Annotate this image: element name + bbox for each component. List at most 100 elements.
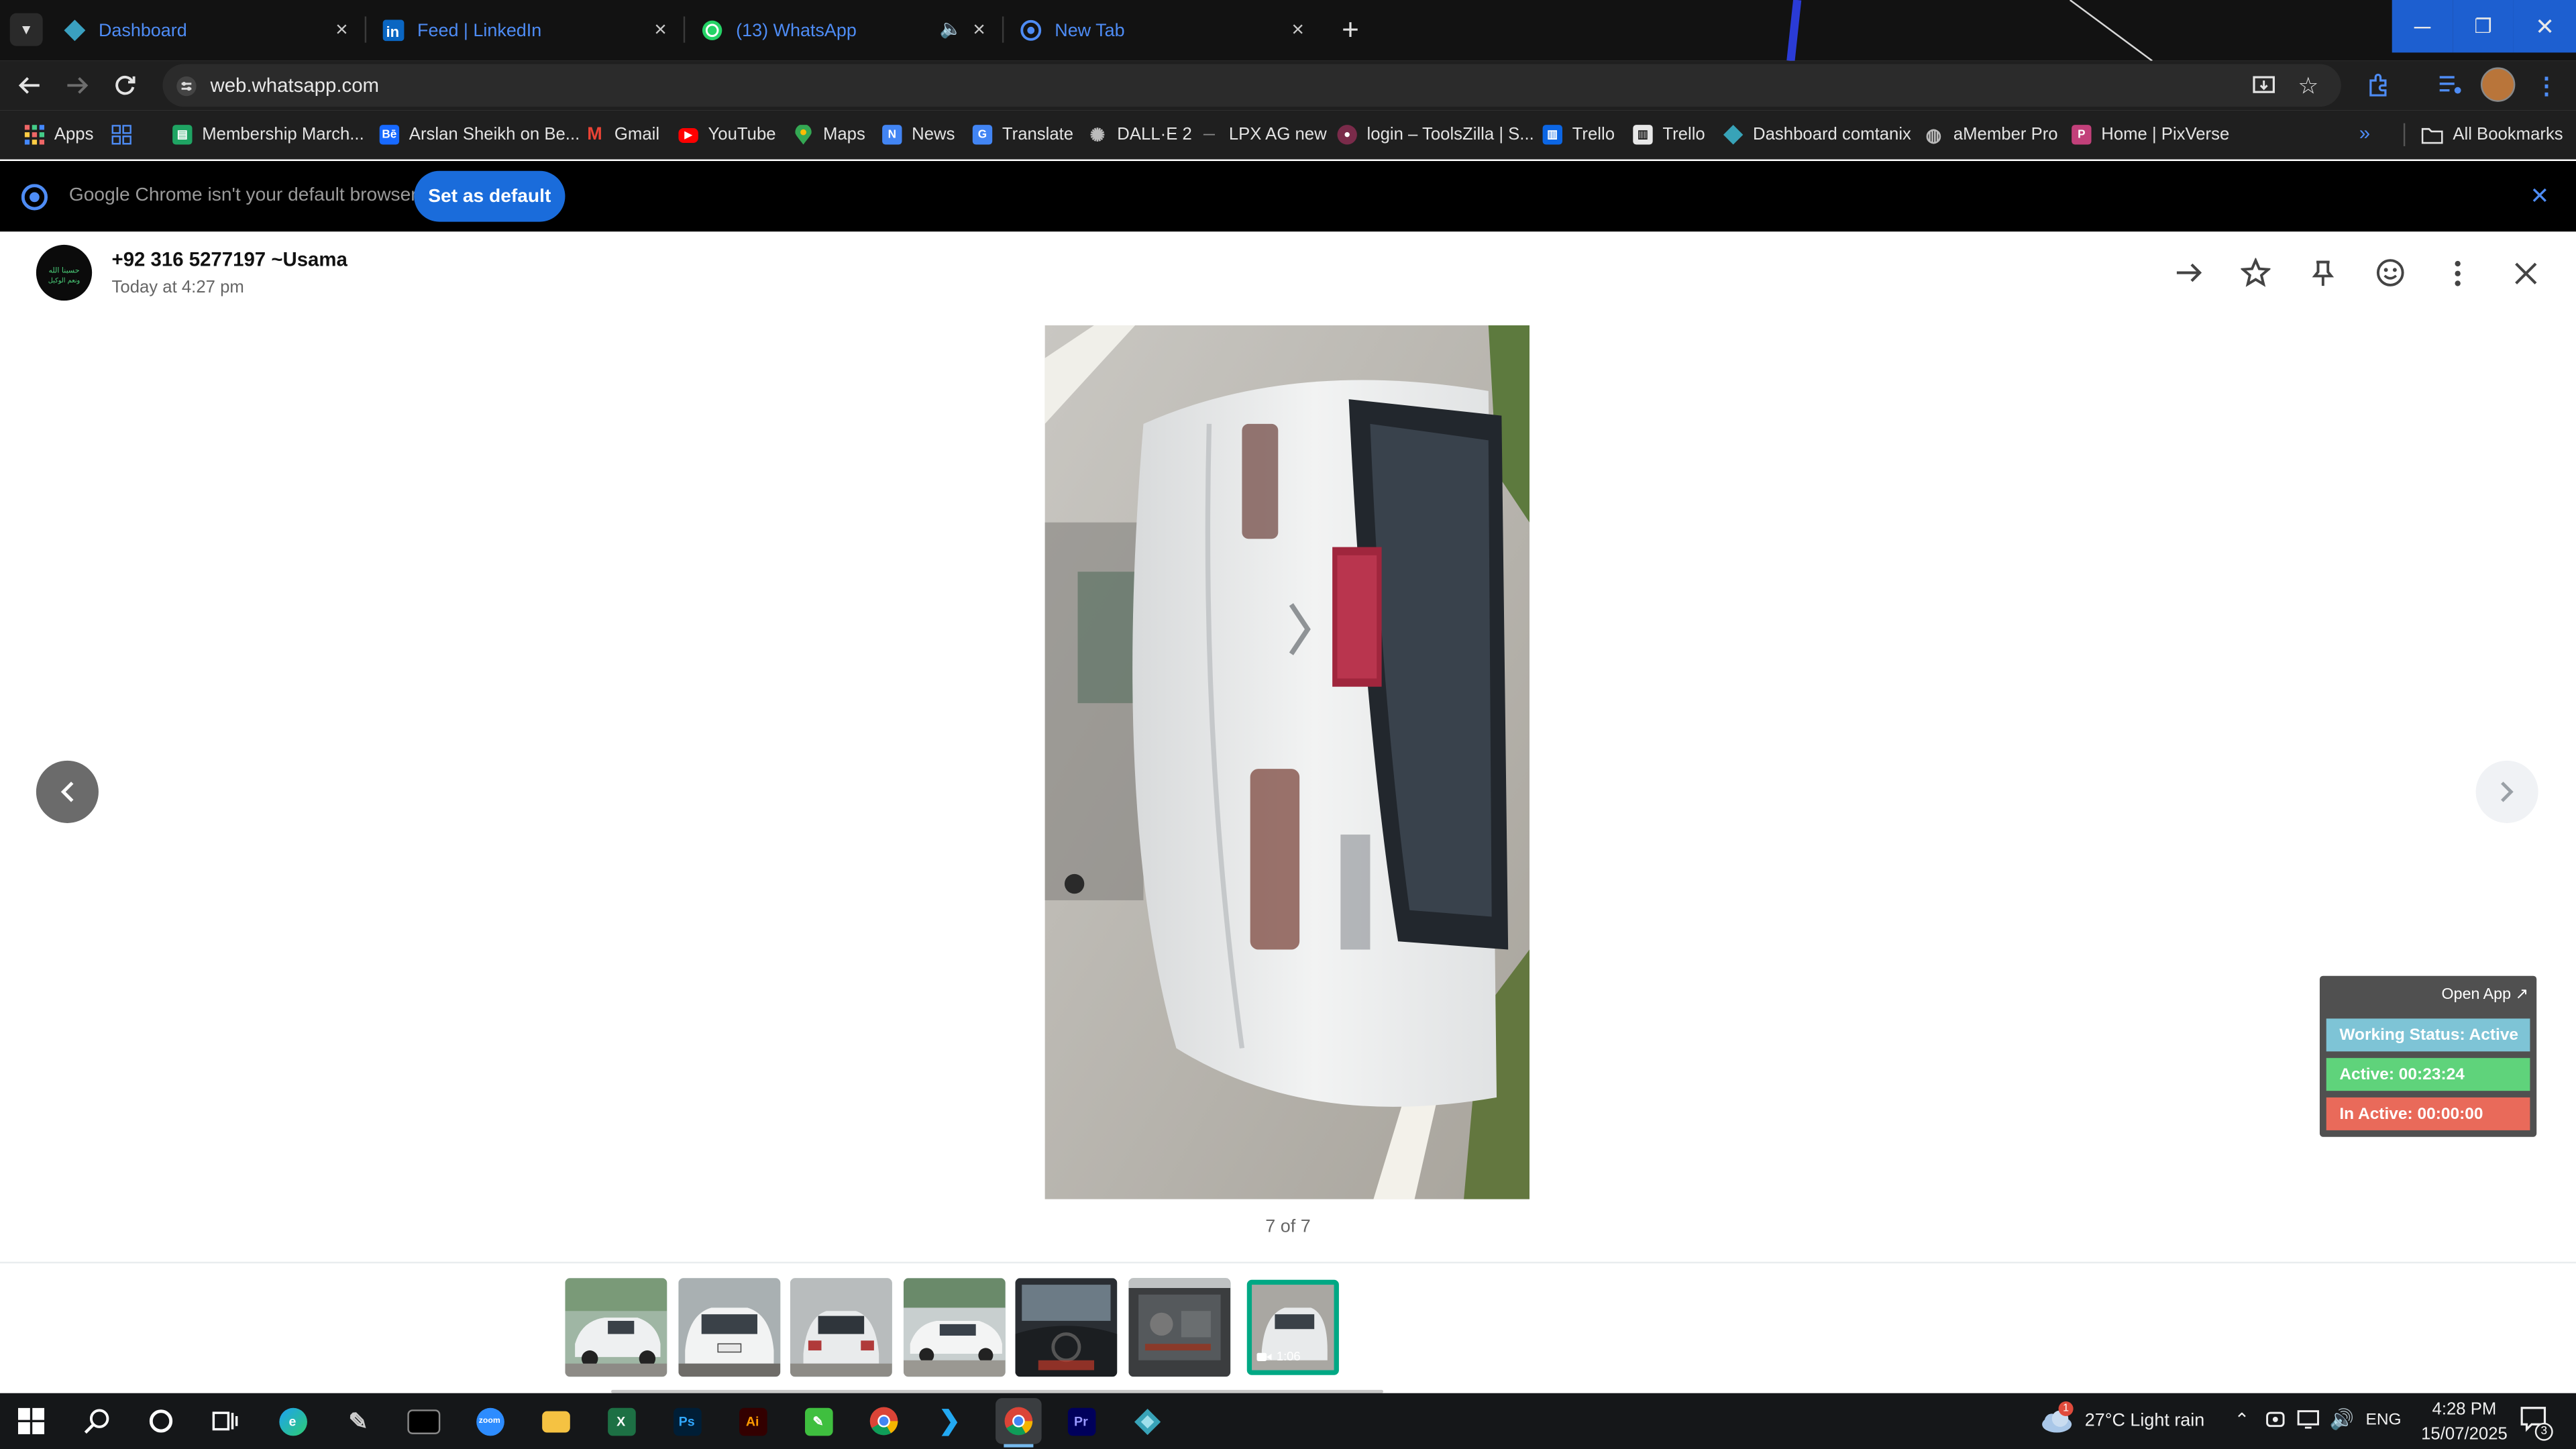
taskbar-file-explorer[interactable] bbox=[535, 1401, 575, 1441]
taskbar-excel[interactable]: X bbox=[601, 1401, 641, 1441]
taskbar-pen[interactable]: ✎ bbox=[338, 1401, 378, 1441]
tab-search-button[interactable]: ▾ bbox=[9, 13, 43, 46]
kebab-menu-icon bbox=[2455, 260, 2461, 286]
edge-icon: e bbox=[278, 1407, 307, 1436]
bookmark-label: aMember Pro bbox=[1953, 125, 2058, 145]
clock-date[interactable]: 15/07/2025 bbox=[2414, 1424, 2516, 1444]
taskbar-photoshop[interactable]: Ps bbox=[667, 1401, 706, 1441]
bookmark-star-icon[interactable]: ☆ bbox=[2294, 70, 2323, 100]
bookmark-dalle[interactable]: ✺ DALL·E 2 bbox=[1087, 123, 1192, 146]
language-indicator[interactable]: ENG bbox=[2366, 1411, 2402, 1430]
taskbar-edge[interactable]: e bbox=[273, 1401, 313, 1441]
bookmark-translate[interactable]: G Translate bbox=[972, 123, 1073, 146]
profile-avatar[interactable] bbox=[2480, 67, 2516, 102]
taskbar-green-app[interactable]: ✎ bbox=[798, 1401, 838, 1441]
bookmark-dashboard-comtanix[interactable]: Dashboard comtanix bbox=[1723, 123, 1911, 146]
bookmark-lpx[interactable]: — LPX AG new bbox=[1199, 123, 1327, 146]
address-bar[interactable]: web.whatsapp.com ☆ bbox=[162, 64, 2341, 107]
bookmark-maps[interactable]: Maps bbox=[794, 123, 865, 146]
start-button[interactable] bbox=[11, 1401, 51, 1441]
reload-button[interactable] bbox=[109, 69, 142, 102]
close-tab-icon[interactable]: × bbox=[966, 16, 992, 42]
media-thumbnail[interactable] bbox=[903, 1278, 1006, 1377]
bookmark-membership[interactable]: ▤ Membership March... bbox=[172, 123, 364, 146]
media-control-icon[interactable] bbox=[2433, 67, 2466, 100]
taskbar-terminal[interactable] bbox=[404, 1401, 443, 1441]
taskbar-dashboard-app[interactable] bbox=[1127, 1401, 1167, 1441]
car-video-frame bbox=[1044, 325, 1530, 1199]
restore-button[interactable]: ❐ bbox=[2453, 0, 2514, 53]
close-viewer-button[interactable] bbox=[2506, 253, 2545, 292]
all-bookmarks-button[interactable]: All Bookmarks bbox=[2421, 123, 2563, 146]
taskbar-zoom[interactable]: zoom bbox=[470, 1401, 509, 1441]
show-hidden-icons-icon[interactable]: ⌃ bbox=[2235, 1409, 2250, 1431]
close-window-button[interactable]: ✕ bbox=[2513, 0, 2576, 53]
pin-message-button[interactable] bbox=[2303, 253, 2343, 292]
thumbnail-strip-divider bbox=[0, 1261, 2576, 1264]
bookmark-pixverse[interactable]: P Home | PixVerse bbox=[2072, 123, 2229, 146]
bookmark-toolszilla[interactable]: ● login – ToolsZilla | S... bbox=[1337, 123, 1534, 146]
media-thumbnail[interactable] bbox=[790, 1278, 892, 1377]
bookmark-trello-2[interactable]: ▥ Trello bbox=[1633, 123, 1705, 146]
tab-linkedin[interactable]: in Feed | LinkedIn × bbox=[371, 0, 683, 61]
next-media-button[interactable] bbox=[2475, 760, 2538, 823]
bookmark-label: LPX AG new bbox=[1228, 125, 1327, 145]
new-tab-button[interactable]: + bbox=[1331, 10, 1371, 50]
meet-now-icon[interactable] bbox=[2265, 1409, 2285, 1429]
star-message-button[interactable] bbox=[2236, 253, 2275, 292]
media-thumbnail[interactable] bbox=[1015, 1278, 1118, 1377]
tab-divider bbox=[683, 16, 686, 43]
close-tab-icon[interactable]: × bbox=[1285, 16, 1311, 42]
media-thumbnail-selected[interactable]: 1:06 bbox=[1246, 1279, 1339, 1375]
react-button[interactable] bbox=[2371, 253, 2410, 292]
close-tab-icon[interactable]: × bbox=[647, 16, 674, 42]
taskbar-premiere[interactable]: Pr bbox=[1061, 1401, 1101, 1441]
back-button[interactable] bbox=[13, 69, 46, 102]
tab-groups-icon[interactable] bbox=[111, 125, 131, 145]
close-infobar-icon[interactable]: ✕ bbox=[2530, 182, 2549, 211]
minimize-button[interactable]: ─ bbox=[2392, 0, 2453, 53]
openai-favicon: ✺ bbox=[1089, 125, 1106, 146]
weather-text[interactable]: 27°C Light rain bbox=[2085, 1411, 2205, 1431]
media-thumbnail[interactable] bbox=[1128, 1278, 1231, 1377]
taskbar-illustrator[interactable]: Ai bbox=[733, 1401, 772, 1441]
forward-button[interactable] bbox=[61, 69, 94, 102]
install-app-icon[interactable] bbox=[2249, 70, 2279, 100]
tab-whatsapp[interactable]: (13) WhatsApp 🔈 × bbox=[690, 0, 1002, 61]
bookmark-news[interactable]: N News bbox=[882, 123, 955, 146]
chrome-logo-icon bbox=[21, 184, 48, 211]
site-info-icon[interactable] bbox=[172, 72, 199, 99]
more-bookmarks-icon[interactable]: » bbox=[2359, 121, 2370, 144]
bookmark-behance[interactable]: Bē Arslan Sheikh on Be... bbox=[379, 123, 580, 146]
bookmark-trello[interactable]: ▥ Trello bbox=[1542, 123, 1615, 146]
media-thumbnail[interactable] bbox=[565, 1278, 667, 1377]
tab-new-tab[interactable]: New Tab × bbox=[1009, 0, 1321, 61]
forward-button[interactable] bbox=[2169, 253, 2208, 292]
taskbar-chrome[interactable] bbox=[864, 1401, 904, 1441]
previous-media-button[interactable] bbox=[36, 760, 99, 823]
clock-time[interactable]: 4:28 PM bbox=[2423, 1400, 2505, 1419]
set-as-default-button[interactable]: Set as default bbox=[414, 170, 566, 222]
task-view-button[interactable] bbox=[205, 1401, 245, 1441]
bookmark-youtube[interactable]: ▶ YouTube bbox=[678, 123, 776, 146]
taskbar-chrome-active[interactable] bbox=[996, 1398, 1042, 1444]
volume-icon[interactable]: 🔊 bbox=[2330, 1408, 2355, 1431]
bookmark-gmail[interactable]: M Gmail bbox=[585, 123, 659, 146]
media-video[interactable] bbox=[1044, 325, 1530, 1199]
more-menu-icon[interactable]: ⋮ bbox=[2535, 69, 2558, 102]
sender-avatar[interactable]: حسبنا الله ونعم الوكيل bbox=[36, 244, 93, 301]
tab-dashboard[interactable]: Dashboard × bbox=[52, 0, 364, 61]
media-viewer: حسبنا الله ونعم الوكيل +92 316 5277197 ~U… bbox=[0, 231, 2576, 1393]
more-options-button[interactable] bbox=[2438, 253, 2477, 292]
bookmark-apps[interactable]: Apps bbox=[24, 123, 93, 146]
search-button[interactable] bbox=[77, 1401, 117, 1441]
speaker-icon[interactable]: 🔈 bbox=[940, 18, 963, 39]
taskbar-vscode[interactable]: ❯ bbox=[930, 1401, 969, 1441]
close-tab-icon[interactable]: × bbox=[329, 16, 355, 42]
extensions-icon[interactable] bbox=[2363, 67, 2396, 100]
open-app-link[interactable]: Open App ↗ bbox=[2442, 985, 2528, 1004]
network-icon[interactable] bbox=[2297, 1409, 2320, 1429]
cortana-button[interactable] bbox=[142, 1401, 181, 1441]
bookmark-amember[interactable]: ◍ aMember Pro bbox=[1924, 123, 2058, 146]
media-thumbnail[interactable] bbox=[678, 1278, 781, 1377]
